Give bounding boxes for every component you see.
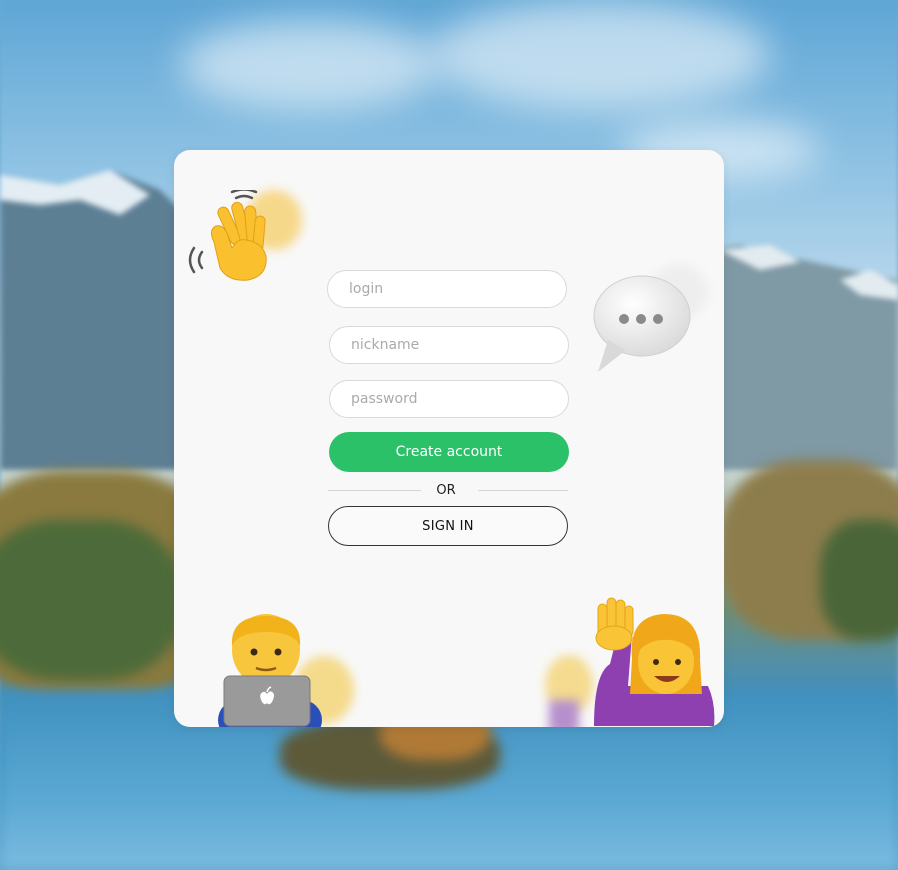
divider-right xyxy=(478,490,568,491)
divider-left xyxy=(328,490,421,491)
signup-card: Create account OR SIGN IN xyxy=(174,150,724,727)
login-field[interactable] xyxy=(327,270,567,308)
waving-hand-icon xyxy=(188,190,267,281)
man-technologist-icon xyxy=(218,614,322,727)
woman-raising-hand-icon xyxy=(594,597,715,726)
password-field[interactable] xyxy=(329,380,569,418)
or-divider-label: OR xyxy=(436,483,456,498)
nickname-field[interactable] xyxy=(329,326,569,364)
speech-bubble-icon xyxy=(593,275,691,372)
sign-in-button[interactable]: SIGN IN xyxy=(328,506,568,546)
create-account-button[interactable]: Create account xyxy=(329,432,569,472)
